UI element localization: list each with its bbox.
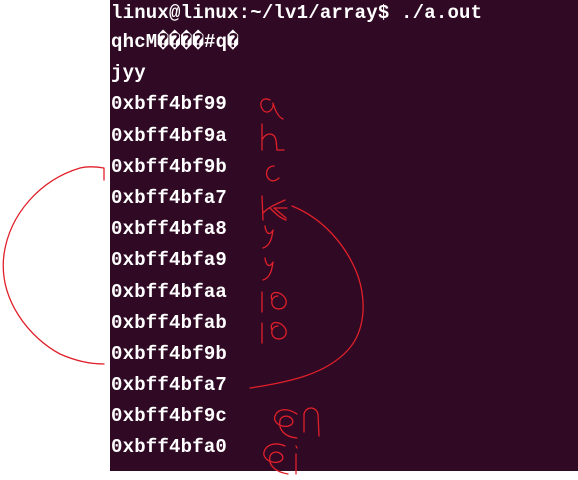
left-loop-arrow	[2, 166, 105, 365]
output-address-line: 0xbff4bf9b	[111, 155, 228, 178]
output-line-jyy: jyy	[111, 62, 146, 85]
terminal-prompt-line: linux@linux:~/lv1/array$ ./a.out	[111, 2, 483, 24]
output-address-line: 0xbff4bfa9	[111, 249, 228, 272]
output-address-line: 0xbff4bf9c	[111, 405, 228, 428]
output-address-line: 0xbff4bf9b	[111, 342, 228, 365]
output-address-line: 0xbff4bf9a	[111, 124, 228, 147]
output-address-line: 0xbff4bfab	[111, 311, 228, 334]
output-line-garbled: qhcM����#q�	[111, 31, 239, 53]
output-address-line: 0xbff4bfaa	[111, 280, 228, 303]
terminal-output: linux@linux:~/lv1/array$ ./a.out qhcM���…	[110, 0, 482, 464]
output-address-line: 0xbff4bfa7	[111, 374, 228, 397]
output-address-line: 0xbff4bfa7	[111, 186, 228, 209]
output-address-line: 0xbff4bfa8	[111, 218, 228, 241]
terminal-window[interactable]: linux@linux:~/lv1/array$ ./a.out qhcM���…	[110, 0, 578, 471]
output-address-line: 0xbff4bf99	[111, 93, 228, 116]
screenshot-page: linux@linux:~/lv1/array$ ./a.out qhcM���…	[0, 0, 578, 480]
output-address-line: 0xbff4bfa0	[111, 436, 228, 459]
